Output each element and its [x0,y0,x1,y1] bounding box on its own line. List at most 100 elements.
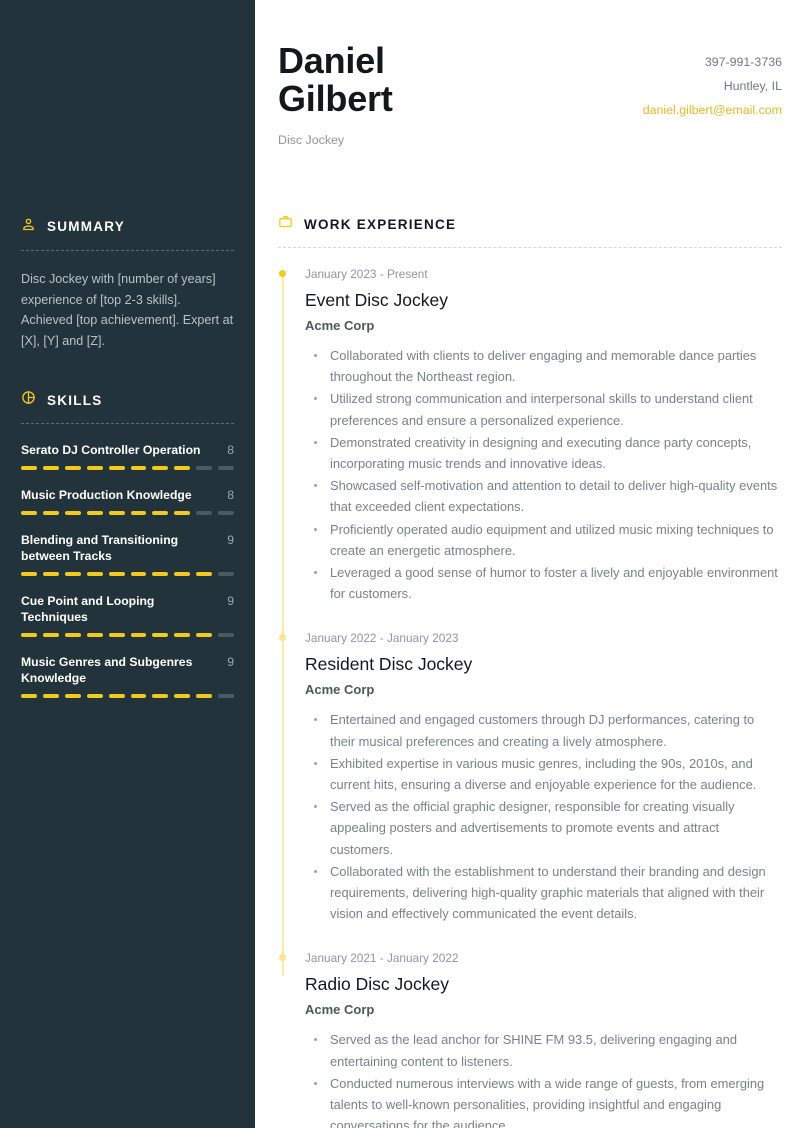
job-bullet-list: Entertained and engaged customers throug… [305,709,782,924]
skill-item: Music Genres and Subgenres Knowledge 9 [21,654,235,699]
skill-rating-segment [42,466,59,471]
job-bullet: Conducted numerous interviews with a wid… [305,1073,782,1128]
jobs-list: January 2023 - Present Event Disc Jockey A… [279,266,782,1128]
timeline-dot [279,270,286,277]
briefcase-icon [278,214,293,234]
job-bullet: Served as the official graphic designer,… [305,796,782,860]
summary-divider [21,250,234,251]
skill-rating-segment [64,572,81,577]
job-company: Acme Corp [305,682,375,698]
skill-rating-segment [152,694,169,699]
skill-name: Serato DJ Controller Operation [21,443,201,458]
skill-rating-bar [21,572,235,577]
skill-rating-segment [196,466,213,471]
skill-rating-segment [64,633,81,638]
skill-rating-segment [174,572,191,577]
skill-rating-segment [21,633,37,638]
skill-rating-segment [64,694,81,699]
skill-rating-segment [174,511,191,516]
pie-chart-icon [21,390,36,410]
skill-rating-segment [218,694,235,699]
skill-label-row: Music Production Knowledge 8 [21,487,234,503]
job-date: January 2023 - Present [305,267,428,281]
skill-rating-bar [21,511,235,516]
skills-title: SKILLS [47,392,103,408]
job-bullet: Leveraged a good sense of humor to foste… [305,562,782,604]
skill-rating-segment [86,633,103,638]
skill-rating-segment [196,572,213,577]
skills-header: SKILLS [21,389,234,411]
skill-rating-segment [108,694,125,699]
skill-rating-segment [21,694,37,699]
skill-score: 8 [227,443,234,458]
skill-item: Music Production Knowledge 8 [21,487,235,516]
skill-rating-segment [86,694,103,699]
skill-name: Music Production Knowledge [21,488,192,503]
skill-rating-bar [21,694,235,699]
resume-header: Daniel Gilbert Disc Jockey 397-991-3736 … [278,0,782,148]
skill-rating-segment [108,572,125,577]
skill-score: 9 [227,655,234,670]
job-bullet: Collaborated with the establishment to u… [305,861,782,925]
skill-rating-segment [196,633,213,638]
main-column: Daniel Gilbert Disc Jockey 397-991-3736 … [255,0,800,1128]
skill-score: 8 [227,488,234,503]
skill-rating-segment [196,511,213,516]
skill-rating-segment [174,633,191,638]
job-bullet-list: Served as the lead anchor for SHINE FM 9… [305,1029,782,1128]
job-title: Resident Disc Jockey [305,654,473,675]
contact-block: 397-991-3736 Huntley, IL daniel.gilbert@… [643,42,782,122]
phone-number: 397-991-3736 [704,55,782,69]
skill-rating-bar [21,633,235,638]
person-icon [21,217,36,237]
job-role: Disc Jockey [278,133,345,147]
job-company: Acme Corp [305,1002,375,1018]
skill-rating-segment [152,633,169,638]
skill-rating-segment [42,572,59,577]
first-name: Daniel [278,40,385,81]
skill-label-row: Blending and Transitioning between Track… [21,532,234,564]
skill-rating-bar [21,466,235,471]
location-text: Huntley, IL [723,79,782,93]
skill-rating-segment [174,466,191,471]
work-timeline: January 2023 - Present Event Disc Jockey A… [278,266,782,1128]
job-bullet: Served as the lead anchor for SHINE FM 9… [305,1029,782,1071]
last-name: Gilbert [278,78,393,119]
skill-rating-segment [218,633,235,638]
job-date: January 2022 - January 2023 [305,631,459,646]
skill-label-row: Music Genres and Subgenres Knowledge 9 [21,654,234,686]
skill-rating-segment [108,511,125,516]
job-bullet: Utilized strong communication and interp… [305,388,782,430]
job-bullet-list: Collaborated with clients to deliver eng… [305,345,782,604]
skill-name: Cue Point and Looping Techniques [21,594,155,625]
skill-rating-segment [218,511,235,516]
summary-title: SUMMARY [47,219,125,235]
skill-rating-segment [21,466,37,471]
skill-item: Blending and Transitioning between Track… [21,532,235,577]
job-bullet: Entertained and engaged customers throug… [305,709,782,751]
skill-rating-segment [152,572,169,577]
skill-rating-segment [152,466,169,471]
skill-rating-segment [108,466,125,471]
skill-score: 9 [227,594,234,609]
skill-rating-segment [130,572,147,577]
skill-item: Cue Point and Looping Techniques 9 [21,593,235,638]
skill-rating-segment [42,633,59,638]
job-entry: January 2023 - Present Event Disc Jockey A… [279,266,782,604]
job-date: January 2021 - January 2022 [305,951,459,966]
skill-label-row: Cue Point and Looping Techniques 9 [21,593,234,625]
work-experience-title: WORK EXPERIENCE [304,216,457,232]
job-entry: January 2022 - January 2023 Resident Disc… [279,630,782,924]
skill-rating-segment [130,633,147,638]
skill-rating-segment [218,466,235,471]
job-bullet: Collaborated with clients to deliver eng… [305,345,782,387]
skill-rating-segment [64,466,81,471]
work-experience-divider [278,247,782,248]
job-bullet: Proficiently operated audio equipment an… [305,519,782,561]
job-bullet: Demonstrated creativity in designing and… [305,432,782,474]
skill-rating-segment [152,511,169,516]
skill-rating-segment [21,572,37,577]
work-experience-header: WORK EXPERIENCE [278,213,782,235]
email-link[interactable]: daniel.gilbert@email.com [643,98,782,122]
skills-divider [21,423,234,425]
